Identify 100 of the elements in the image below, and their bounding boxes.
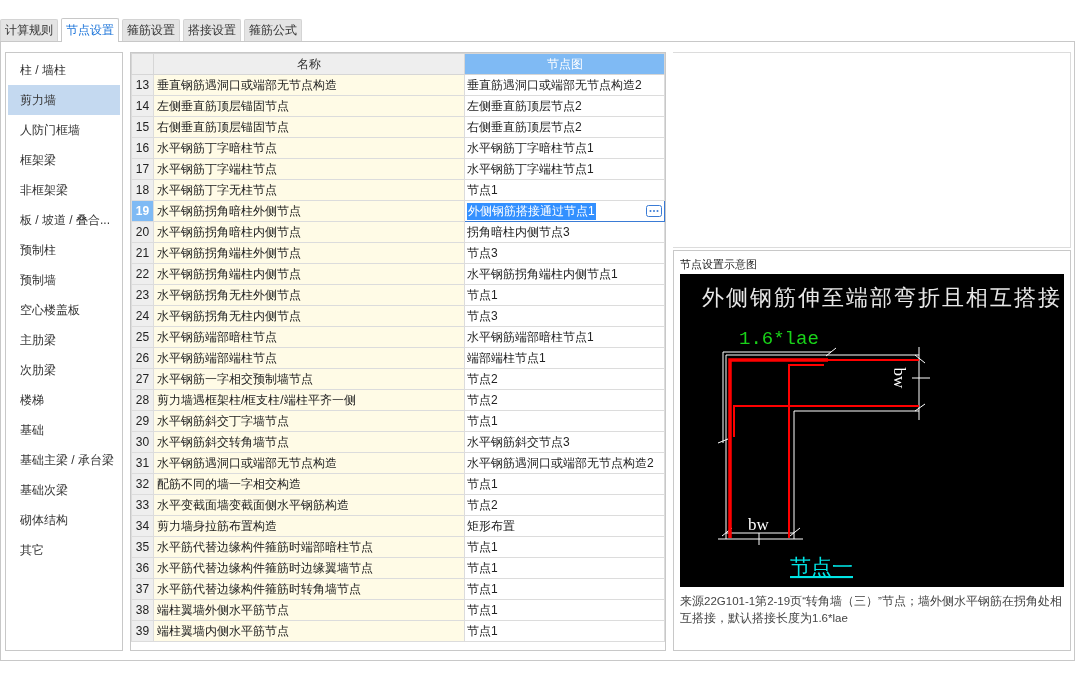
sidebar-item[interactable]: 楼梯 — [8, 385, 120, 415]
table-cell: 剪力墙身拉筋布置构造 — [153, 515, 465, 537]
table-cell: 节点3 — [464, 242, 665, 264]
table-cell: 节点1 — [464, 599, 665, 621]
sidebar-item[interactable]: 其它 — [8, 535, 120, 565]
more-icon[interactable] — [646, 205, 662, 217]
row-number[interactable]: 25 — [131, 326, 154, 348]
table-cell: 水平钢筋遇洞口或端部无节点构造2 — [464, 452, 665, 474]
table-cell: 水平筋代替边缘构件箍筋时转角墙节点 — [153, 578, 465, 600]
table-cell: 配筋不同的墙一字相交构造 — [153, 473, 465, 495]
table-cell: 水平筋代替边缘构件箍筋时边缘翼墙节点 — [153, 557, 465, 579]
table-cell: 矩形布置 — [464, 515, 665, 537]
sidebar-item[interactable]: 人防门框墙 — [8, 115, 120, 145]
row-number[interactable]: 32 — [131, 473, 154, 495]
tab[interactable]: 搭接设置 — [183, 19, 241, 41]
row-number[interactable]: 21 — [131, 242, 154, 264]
table-cell: 端部端柱节点1 — [464, 347, 665, 369]
table-cell: 左侧垂直筋顶层节点2 — [464, 95, 665, 117]
tab[interactable]: 节点设置 — [61, 18, 119, 42]
row-number[interactable]: 23 — [131, 284, 154, 306]
row-number[interactable]: 30 — [131, 431, 154, 453]
table-cell: 水平钢筋遇洞口或端部无节点构造 — [153, 452, 465, 474]
row-number[interactable]: 15 — [131, 116, 154, 138]
row-number[interactable]: 31 — [131, 452, 154, 474]
table-cell: 端柱翼墙外侧水平筋节点 — [153, 599, 465, 621]
row-number[interactable]: 18 — [131, 179, 154, 201]
table-cell: 水平钢筋一字相交预制墙节点 — [153, 368, 465, 390]
sidebar-item[interactable]: 基础 — [8, 415, 120, 445]
sidebar-item[interactable]: 板 / 坡道 / 叠合... — [8, 205, 120, 235]
sidebar-item[interactable]: 非框架梁 — [8, 175, 120, 205]
table-cell: 垂直筋遇洞口或端部无节点构造2 — [464, 74, 665, 96]
table-cell: 水平钢筋端部端柱节点 — [153, 347, 465, 369]
row-number[interactable]: 37 — [131, 578, 154, 600]
preview-title: 节点设置示意图 — [680, 257, 758, 272]
table-cell: 右侧垂直筋顶层锚固节点 — [153, 116, 465, 138]
row-number[interactable]: 33 — [131, 494, 154, 516]
width-label: bw — [748, 515, 769, 534]
sidebar-item[interactable]: 预制墙 — [8, 265, 120, 295]
column-header[interactable]: 名称 — [153, 53, 465, 75]
table-cell: 节点1 — [464, 620, 665, 642]
row-number[interactable]: 35 — [131, 536, 154, 558]
row-number[interactable]: 29 — [131, 410, 154, 432]
row-number[interactable]: 38 — [131, 599, 154, 621]
table-cell: 节点2 — [464, 494, 665, 516]
tab[interactable]: 箍筋设置 — [122, 19, 180, 41]
sidebar-item[interactable]: 基础次梁 — [8, 475, 120, 505]
row-number[interactable]: 39 — [131, 620, 154, 642]
row-number[interactable]: 36 — [131, 557, 154, 579]
row-number[interactable]: 17 — [131, 158, 154, 180]
table-cell: 左侧垂直筋顶层锚固节点 — [153, 95, 465, 117]
table-cell: 节点1 — [464, 536, 665, 558]
row-number[interactable]: 22 — [131, 263, 154, 285]
row-number[interactable]: 13 — [131, 74, 154, 96]
width-label: bw — [890, 367, 909, 389]
table-cell: 节点2 — [464, 368, 665, 390]
sidebar-item[interactable]: 柱 / 墙柱 — [8, 55, 120, 85]
table-cell: 节点1 — [464, 578, 665, 600]
row-number[interactable]: 34 — [131, 515, 154, 537]
sidebar-item[interactable]: 砌体结构 — [8, 505, 120, 535]
row-number[interactable]: 20 — [131, 221, 154, 243]
table-cell: 水平钢筋拐角端柱内侧节点 — [153, 263, 465, 285]
row-number[interactable]: 26 — [131, 347, 154, 369]
sidebar-item[interactable]: 框架梁 — [8, 145, 120, 175]
table-cell: 垂直钢筋遇洞口或端部无节点构造 — [153, 74, 465, 96]
row-number[interactable]: 28 — [131, 389, 154, 411]
table-cell: 水平筋代替边缘构件箍筋时端部暗柱节点 — [153, 536, 465, 558]
sidebar-item[interactable]: 剪力墙 — [8, 85, 120, 115]
table-cell: 水平钢筋斜交节点3 — [464, 431, 665, 453]
row-number[interactable]: 16 — [131, 137, 154, 159]
table-cell: 水平钢筋丁字无柱节点 — [153, 179, 465, 201]
tab[interactable]: 计算规则 — [0, 19, 58, 41]
table-cell: 节点1 — [464, 179, 665, 201]
table-cell: 水平钢筋拐角暗柱内侧节点 — [153, 221, 465, 243]
table-cell: 水平钢筋拐角暗柱外侧节点 — [153, 200, 465, 222]
table-cell: 水平钢筋拐角无柱外侧节点 — [153, 284, 465, 306]
table-cell: 水平钢筋端部暗柱节点1 — [464, 326, 665, 348]
sidebar-item[interactable]: 基础主梁 / 承台梁 — [8, 445, 120, 475]
tab[interactable]: 箍筋公式 — [244, 19, 302, 41]
node-name-label: 节点一 — [790, 555, 853, 579]
table-cell: 节点1 — [464, 284, 665, 306]
table-cell: 拐角暗柱内侧节点3 — [464, 221, 665, 243]
table-cell: 节点3 — [464, 305, 665, 327]
sidebar-item[interactable]: 次肋梁 — [8, 355, 120, 385]
table-cell: 水平钢筋拐角无柱内侧节点 — [153, 305, 465, 327]
table-cell: 水平钢筋丁字暗柱节点 — [153, 137, 465, 159]
table-cell: 节点2 — [464, 389, 665, 411]
diagram-heading: 外侧钢筋伸至端部弯折且相互搭接 — [702, 286, 1060, 310]
sidebar-item[interactable]: 预制柱 — [8, 235, 120, 265]
table-cell: 节点1 — [464, 473, 665, 495]
sidebar-item[interactable]: 主肋梁 — [8, 325, 120, 355]
corner-cell — [131, 53, 154, 75]
table-cell: 节点1 — [464, 557, 665, 579]
row-number[interactable]: 14 — [131, 95, 154, 117]
table-cell: 水平钢筋丁字暗柱节点1 — [464, 137, 665, 159]
table-cell: 剪力墙遇框架柱/框支柱/端柱平齐一侧 — [153, 389, 465, 411]
table-cell: 节点1 — [464, 410, 665, 432]
sidebar-item[interactable]: 空心楼盖板 — [8, 295, 120, 325]
row-number[interactable]: 24 — [131, 305, 154, 327]
row-number[interactable]: 27 — [131, 368, 154, 390]
table-cell: 水平钢筋拐角端柱外侧节点 — [153, 242, 465, 264]
